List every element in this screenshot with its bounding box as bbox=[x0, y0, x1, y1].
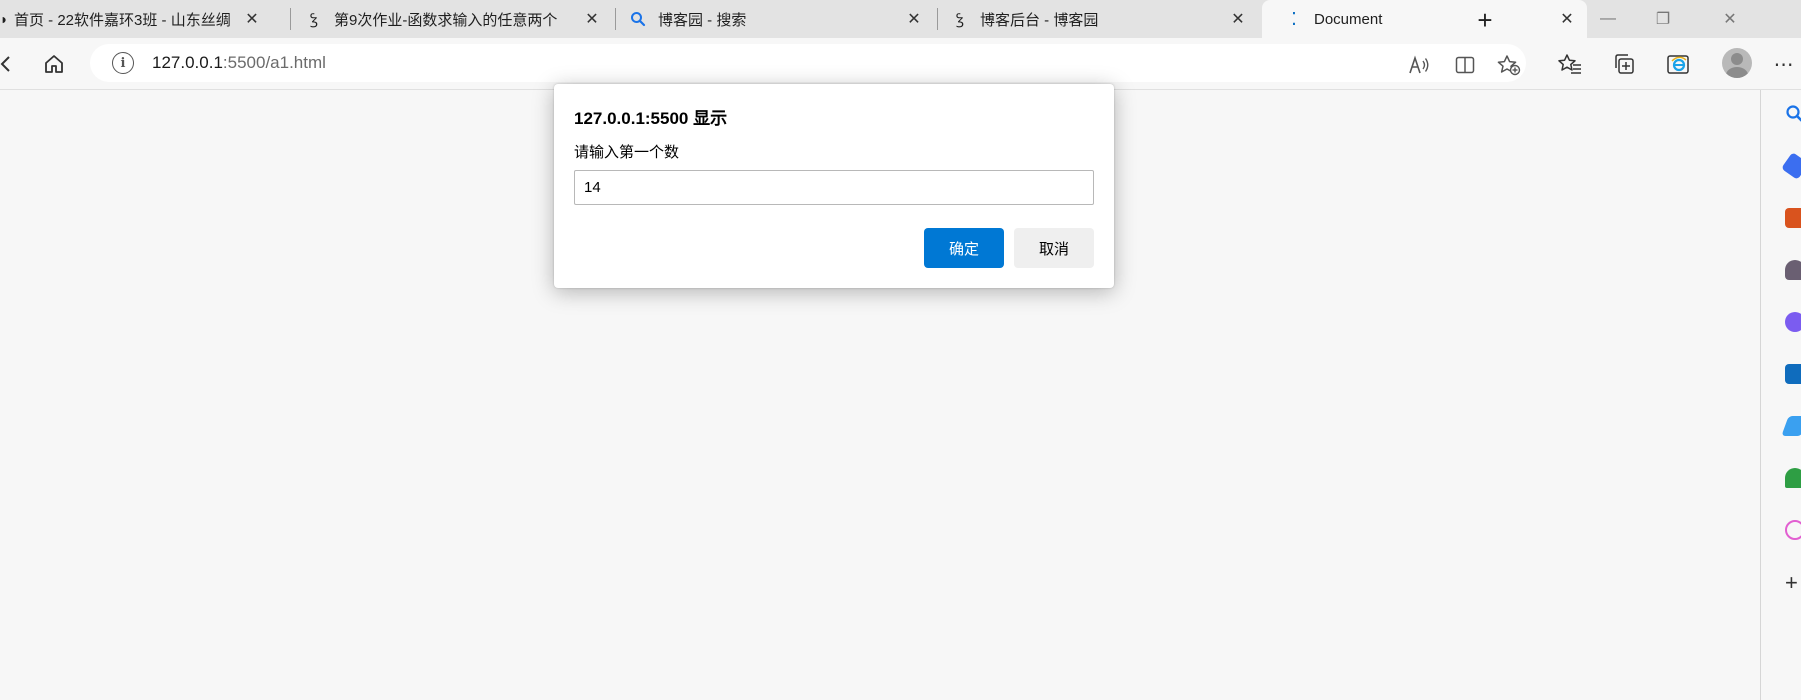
outlook-icon[interactable] bbox=[1785, 364, 1801, 384]
tab-title: 第9次作业-函数求输入的任意两个 bbox=[334, 11, 558, 29]
add-favorite-icon[interactable] bbox=[1496, 52, 1522, 78]
games-icon[interactable] bbox=[1785, 260, 1801, 280]
close-icon[interactable]: ✕ bbox=[242, 9, 262, 29]
tab-title: 博客园 - 搜索 bbox=[658, 11, 747, 29]
url-host: 127.0.0.1 bbox=[152, 53, 223, 72]
tab-2[interactable]: 博客园 - 搜索 ✕ bbox=[622, 0, 930, 38]
copilot-icon[interactable] bbox=[1785, 312, 1801, 332]
new-tab-button[interactable]: + bbox=[1470, 5, 1500, 35]
profile-avatar[interactable] bbox=[1722, 48, 1752, 78]
ie-mode-icon[interactable] bbox=[1662, 48, 1694, 80]
read-aloud-icon[interactable] bbox=[1406, 52, 1432, 78]
send-icon[interactable] bbox=[1781, 416, 1801, 436]
browser-toolbar: i 127.0.0.1:5500/a1.html ⋯ bbox=[0, 38, 1801, 90]
more-menu-icon[interactable]: ⋯ bbox=[1768, 48, 1800, 80]
edge-sidebar: + bbox=[1760, 90, 1801, 700]
drop-icon[interactable] bbox=[1785, 520, 1801, 540]
tab-separator bbox=[937, 8, 938, 30]
tab-strip: ◗ 首页 - 22软件嘉环3班 - 山东丝绸 ✕ Ꝣ 第9次作业-函数求输入的任… bbox=[0, 0, 1801, 38]
prompt-dialog: 127.0.0.1:5500 显示 请输入第一个数 确定 取消 bbox=[554, 84, 1114, 288]
close-icon[interactable]: ✕ bbox=[1557, 9, 1577, 29]
prompt-input[interactable] bbox=[574, 170, 1094, 205]
tab-1[interactable]: Ꝣ 第9次作业-函数求输入的任意两个 ✕ bbox=[298, 0, 608, 38]
close-icon[interactable]: ✕ bbox=[582, 9, 602, 29]
cnblogs-icon: Ꝣ bbox=[956, 10, 964, 27]
info-icon[interactable]: i bbox=[112, 52, 134, 74]
toolbox-icon[interactable] bbox=[1785, 208, 1801, 228]
url-path: :5500/a1.html bbox=[222, 53, 326, 72]
search-icon bbox=[628, 9, 648, 29]
tag-icon[interactable] bbox=[1781, 152, 1801, 180]
home-button[interactable] bbox=[38, 48, 70, 80]
tab-3[interactable]: Ꝣ 博客后台 - 博客园 ✕ bbox=[944, 0, 1254, 38]
close-icon[interactable]: ✕ bbox=[904, 9, 924, 29]
search-icon[interactable] bbox=[1785, 104, 1801, 124]
dialog-title: 127.0.0.1:5500 显示 bbox=[574, 109, 728, 128]
tab-title: 首页 - 22软件嘉环3班 - 山东丝绸 bbox=[14, 11, 231, 29]
close-window-button[interactable]: ✕ bbox=[1700, 4, 1760, 34]
address-bar[interactable]: i 127.0.0.1:5500/a1.html bbox=[90, 44, 1526, 82]
restore-button[interactable]: ❐ bbox=[1640, 4, 1686, 34]
minimize-button[interactable]: — bbox=[1585, 4, 1631, 34]
favorites-button[interactable] bbox=[1554, 48, 1586, 80]
back-button[interactable] bbox=[0, 48, 22, 80]
tab-0[interactable]: ◗ 首页 - 22软件嘉环3班 - 山东丝绸 ✕ bbox=[0, 0, 262, 38]
url-text[interactable]: 127.0.0.1:5500/a1.html bbox=[152, 53, 326, 73]
dialog-message: 请输入第一个数 bbox=[574, 144, 680, 161]
cancel-button[interactable]: 取消 bbox=[1014, 228, 1094, 268]
tab-title: Document bbox=[1314, 10, 1383, 28]
tab-separator bbox=[290, 8, 291, 30]
collections-button[interactable] bbox=[1608, 48, 1640, 80]
split-screen-icon[interactable] bbox=[1452, 52, 1478, 78]
ok-button[interactable]: 确定 bbox=[924, 228, 1004, 268]
loading-icon: ⁚ bbox=[1291, 8, 1297, 29]
cnblogs-icon: Ꝣ bbox=[310, 10, 318, 27]
cnblogs-icon: ◗ bbox=[0, 11, 9, 27]
close-icon[interactable]: ✕ bbox=[1228, 9, 1248, 29]
tab-4[interactable]: ⁚ Document ✕ bbox=[1262, 0, 1587, 38]
tree-icon[interactable] bbox=[1785, 468, 1801, 488]
tab-separator bbox=[615, 8, 616, 30]
tab-title: 博客后台 - 博客园 bbox=[980, 11, 1099, 29]
add-icon[interactable]: + bbox=[1785, 572, 1801, 594]
